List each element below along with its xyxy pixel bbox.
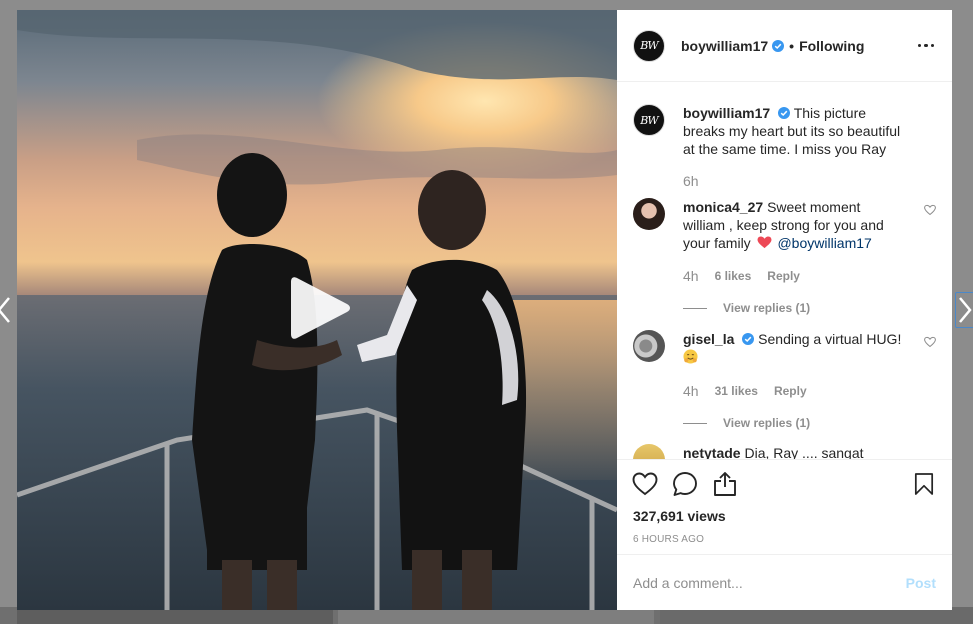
view-replies-button[interactable]: View replies (1) <box>683 414 903 432</box>
speech-bubble-icon <box>673 472 697 496</box>
caption-username[interactable]: boywilliam17 <box>683 105 770 121</box>
view-replies-label: View replies (1) <box>723 301 811 315</box>
chevron-right-icon <box>959 297 972 323</box>
view-replies-label: View replies (1) <box>723 416 811 430</box>
comment-likes[interactable]: 6 likes <box>715 267 752 285</box>
previous-post-button[interactable] <box>0 292 14 328</box>
author-info: boywilliam17 • Following <box>681 38 864 54</box>
share-upload-icon <box>714 472 736 496</box>
view-replies-button[interactable]: View replies (1) <box>683 299 903 317</box>
avatar-logo-text: BW <box>640 39 658 52</box>
comment-text: Dia, Ray .... sangat <box>744 445 864 460</box>
comment-likes[interactable]: 31 likes <box>715 382 758 400</box>
caption-timestamp[interactable]: 6h <box>683 172 699 190</box>
reply-button[interactable]: Reply <box>767 267 800 285</box>
verified-badge-icon <box>742 333 755 345</box>
post-comment-button[interactable]: Post <box>906 575 936 591</box>
verified-badge-icon <box>772 39 785 52</box>
reply-button[interactable]: Reply <box>774 382 807 400</box>
replies-divider <box>683 307 707 309</box>
caption-comment: BW boywilliam17 This picture breaks my h… <box>633 104 936 190</box>
add-comment-input[interactable] <box>633 574 906 591</box>
comment-item: gisel_la Sending a virtual HUG! � <box>633 330 936 432</box>
comment-button[interactable] <box>671 470 699 498</box>
author-avatar[interactable]: BW <box>633 29 665 62</box>
following-button[interactable]: Following <box>799 38 864 54</box>
comment-composer: Post <box>617 554 952 610</box>
comment-username[interactable]: gisel_la <box>683 331 734 347</box>
view-count[interactable]: 327,691 views <box>617 508 952 524</box>
save-button[interactable] <box>910 470 938 498</box>
post-actions-bar <box>617 462 952 506</box>
bookmark-icon <box>914 473 934 495</box>
hugging-face-emoji-icon <box>683 349 698 364</box>
post-timestamp[interactable]: 6 HOURS AGO <box>617 534 952 545</box>
chevron-left-icon <box>0 297 10 323</box>
comment-item: netytade Dia, Ray .... sangat <box>633 444 936 460</box>
comment-username[interactable]: monica4_27 <box>683 199 763 215</box>
post-detail-panel: BW boywilliam17 • Following BW boywillia… <box>617 10 952 610</box>
post-video[interactable] <box>17 10 617 610</box>
author-username[interactable]: boywilliam17 <box>681 38 768 54</box>
heart-outline-icon <box>632 472 658 496</box>
verified-badge-icon <box>778 107 791 119</box>
next-post-button[interactable] <box>955 292 973 328</box>
comment-timestamp[interactable]: 4h <box>683 267 699 285</box>
more-options-button[interactable] <box>917 43 937 48</box>
comment-text: Sending a virtual HUG! <box>758 331 902 347</box>
author-avatar[interactable]: BW <box>633 104 665 136</box>
comment-username[interactable]: netytade <box>683 445 741 459</box>
comment-mention-link[interactable]: @boywilliam17 <box>777 235 871 251</box>
post-header: BW boywilliam17 • Following <box>617 10 952 82</box>
separator-dot: • <box>789 37 795 54</box>
like-comment-heart-icon[interactable] <box>924 204 936 216</box>
red-heart-emoji-icon <box>757 236 772 249</box>
commenter-avatar[interactable] <box>633 330 665 362</box>
share-button[interactable] <box>711 470 739 498</box>
comment-item: monica4_27 Sweet moment william , keep s… <box>633 198 936 317</box>
replies-divider <box>683 422 707 424</box>
comment-timestamp[interactable]: 4h <box>683 382 699 400</box>
like-comment-heart-icon[interactable] <box>924 336 936 348</box>
play-icon[interactable] <box>289 274 353 342</box>
commenter-avatar[interactable] <box>633 444 665 459</box>
ellipsis-icon <box>917 43 921 48</box>
like-button[interactable] <box>631 470 659 498</box>
avatar-logo-text: BW <box>640 113 658 127</box>
comments-list[interactable]: BW boywilliam17 This picture breaks my h… <box>617 82 952 460</box>
commenter-avatar[interactable] <box>633 198 665 230</box>
